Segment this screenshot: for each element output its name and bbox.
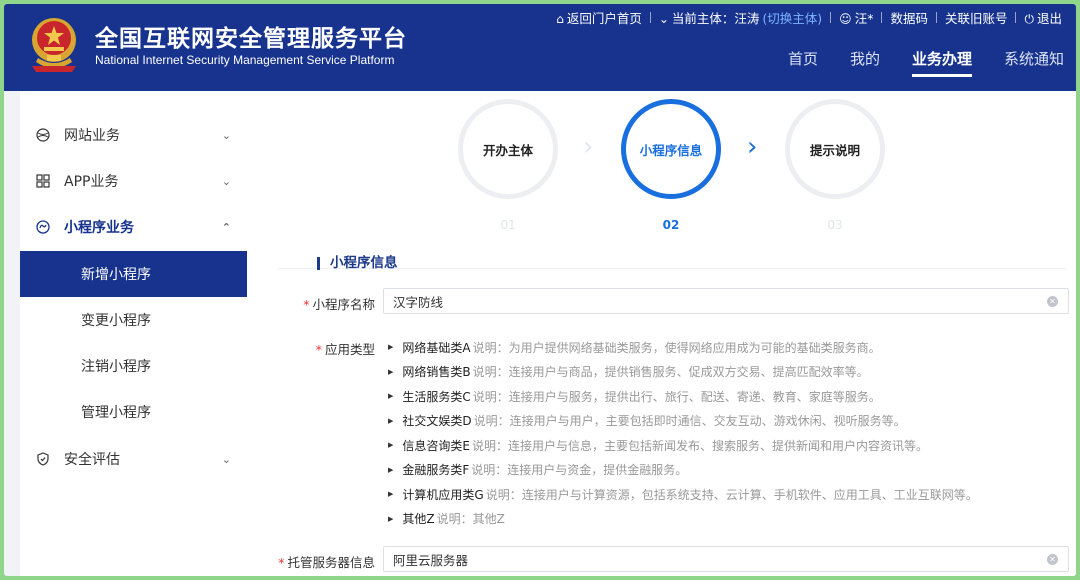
current-subject: ⌄ 当前主体：汪涛 (切换主体)	[658, 10, 823, 26]
app-type-option[interactable]: ▶ 社交文娱类D 说明：连接用户与用户，主要包括即时通信、交友互动、游戏休闲、视听服…	[388, 409, 978, 434]
server-label: * 托管服务器信息	[278, 555, 375, 570]
chevron-down-icon: ⌄	[658, 11, 669, 26]
sidebar: 网站业务 ⌄ APP业务 ⌄ 小程序业务 ⌃ 新增小程序 变更小程序 注销小程序…	[20, 91, 247, 576]
expand-caret-icon[interactable]: ▶	[388, 343, 393, 351]
user-icon: ☺	[839, 11, 852, 26]
national-emblem-logo	[32, 18, 76, 72]
app-type-option[interactable]: ▶ 计算机应用类G 说明：连接用户与计算资源，包括系统支持、云计算、手机软件、应用工…	[388, 482, 978, 507]
sidebar-item-security[interactable]: 安全评估 ⌄	[20, 436, 247, 482]
divider	[649, 11, 651, 23]
topbar: ⌂ 返回门户首页 ⌄ 当前主体：汪涛 (切换主体) ☺ 汪* 数据码 关联旧账号 ⏻ 退出	[556, 8, 1062, 26]
app-type-option[interactable]: ▶ 金融服务类F 说明：连接用户与资金，提供金融服务。	[388, 458, 978, 483]
expand-caret-icon[interactable]: ▶	[388, 490, 393, 498]
step-number: 01	[500, 218, 516, 232]
logout-button[interactable]: ⏻ 退出	[1024, 8, 1062, 27]
main-content: 开办主体 01 › 小程序信息 02 › 提示说明 03 小程序信息 * 小程序名…	[247, 91, 1076, 576]
clear-icon[interactable]: ✕	[1047, 296, 1058, 307]
nav-notifications[interactable]: 系统通知	[1004, 48, 1064, 78]
data-code-link[interactable]: 数据码	[890, 8, 928, 27]
sidebar-subitem-add[interactable]: 新增小程序	[20, 251, 247, 297]
app-type-option[interactable]: ▶ 信息咨询类E 说明：连接用户与信息，主要包括新闻发布、搜索服务、提供新闻和用户内…	[388, 433, 978, 458]
app-type-tree: ▶ 网络基础类A 说明：为用户提供网络基础类服务，使得网络应用成为可能的基础类服务商…	[388, 335, 978, 531]
hosting-server-input[interactable]: 阿里云服务器 ✕	[383, 546, 1069, 572]
header: 全国互联网安全管理服务平台 National Internet Security…	[4, 4, 1076, 91]
divider	[881, 11, 883, 23]
chevron-right-icon: ›	[583, 132, 594, 162]
globe-icon	[36, 128, 50, 142]
clear-icon[interactable]: ✕	[1047, 554, 1058, 565]
sidebar-subitem-change[interactable]: 变更小程序	[20, 297, 247, 343]
home-icon: ⌂	[556, 11, 564, 26]
type-label: * 应用类型	[315, 342, 375, 357]
divider	[1015, 11, 1017, 23]
chevron-down-icon: ⌄	[221, 128, 231, 142]
expand-caret-icon[interactable]: ▶	[388, 466, 393, 474]
platform-title: 全国互联网安全管理服务平台	[95, 26, 407, 52]
power-icon: ⏻	[1024, 11, 1034, 26]
app-type-option[interactable]: ▶ 生活服务类C 说明：连接用户与服务，提供出行、旅行、配送、寄递、教育、家庭等服务…	[388, 384, 978, 409]
link-old-account-link[interactable]: 关联旧账号	[945, 8, 1008, 27]
sidebar-item-app[interactable]: APP业务 ⌄	[20, 158, 247, 204]
app-window: 全国互联网安全管理服务平台 National Internet Security…	[4, 4, 1076, 576]
nav-mine[interactable]: 我的	[850, 48, 880, 78]
sidebar-subitem-manage[interactable]: 管理小程序	[20, 389, 247, 435]
expand-caret-icon[interactable]: ▶	[388, 441, 393, 449]
expand-caret-icon[interactable]: ▶	[388, 417, 393, 425]
app-type-option[interactable]: ▶ 其他Z 说明：其他Z	[388, 507, 978, 532]
chevron-up-icon: ⌃	[221, 220, 231, 234]
platform-subtitle: National Internet Security Management Se…	[95, 53, 395, 67]
app-type-option[interactable]: ▶ 网络销售类B 说明：连接用户与商品，提供销售服务、促成双方交易、提高匹配效率等。	[388, 360, 978, 385]
step-number: 03	[827, 218, 843, 232]
step-mini-program-info: 小程序信息	[621, 99, 721, 199]
sidebar-item-mini-program[interactable]: 小程序业务 ⌃	[20, 204, 247, 250]
user-menu[interactable]: ☺ 汪*	[839, 8, 873, 27]
expand-caret-icon[interactable]: ▶	[388, 392, 393, 400]
chevron-down-icon: ⌄	[221, 174, 231, 188]
divider	[830, 11, 832, 23]
nav-home[interactable]: 首页	[788, 48, 818, 78]
switch-subject-link[interactable]: (切换主体)	[762, 11, 822, 26]
chevron-right-icon: ›	[747, 132, 758, 162]
name-label: * 小程序名称	[303, 297, 375, 312]
apps-grid-icon	[36, 174, 50, 188]
sidebar-item-website[interactable]: 网站业务 ⌄	[20, 112, 247, 158]
section-title: 小程序信息	[317, 256, 398, 270]
app-type-option[interactable]: ▶ 网络基础类A 说明：为用户提供网络基础类服务，使得网络应用成为可能的基础类服务商…	[388, 335, 978, 360]
mini-program-name-input[interactable]: 汉字防线 ✕	[383, 288, 1069, 314]
back-portal-link[interactable]: ⌂ 返回门户首页	[556, 8, 642, 27]
shield-icon	[36, 452, 50, 466]
expand-caret-icon[interactable]: ▶	[388, 515, 393, 523]
mini-program-icon	[36, 220, 50, 234]
nav-business[interactable]: 业务办理	[911, 48, 972, 78]
step-subject: 开办主体	[458, 99, 558, 199]
step-number: 02	[662, 218, 680, 232]
main-nav: 首页 我的 业务办理 系统通知	[756, 48, 1064, 78]
chevron-down-icon: ⌄	[221, 452, 231, 466]
step-notes: 提示说明	[785, 99, 885, 199]
divider	[935, 11, 937, 23]
sidebar-subitem-cancel[interactable]: 注销小程序	[20, 343, 247, 389]
expand-caret-icon[interactable]: ▶	[388, 368, 393, 376]
